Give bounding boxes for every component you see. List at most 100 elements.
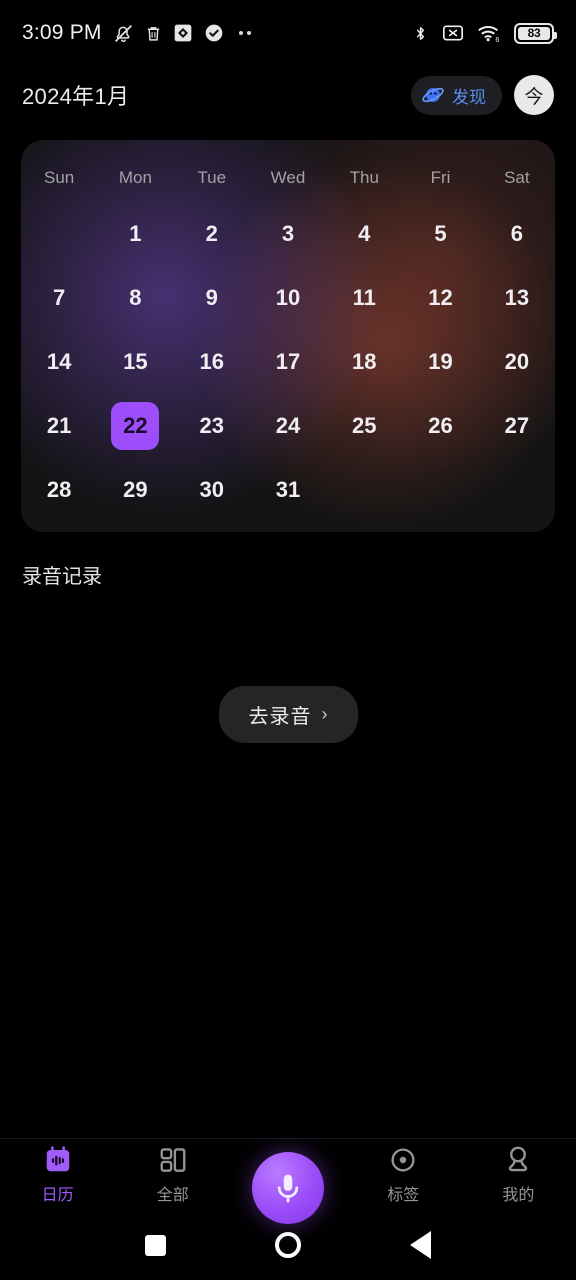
calendar-card: Sun Mon Tue Wed Thu Fri Sat 1 2 3 4 5 6 7 8 9 10 11 12 13 1… [21,140,555,532]
calendar-day-label: 24 [275,413,301,438]
calendar-day-label: 9 [205,285,218,310]
calendar-day-cell[interactable]: 3 [250,202,326,266]
calendar-day-cell[interactable]: 10 [250,266,326,330]
calendar-day-cell[interactable]: 4 [326,202,402,266]
tab-calendar[interactable]: 日历 [0,1145,115,1205]
person-profile-icon [509,1146,528,1171]
calendar-day-cell[interactable]: 25 [326,394,402,458]
recents-square-icon[interactable] [144,1234,166,1256]
calendar-day-label: 1 [129,221,142,246]
calendar-day-cell[interactable]: 7 [21,266,97,330]
calendar-grid: 1 2 3 4 5 6 7 8 9 10 11 12 13 14 15 16 17 18 19 20 21 22 23 24 2… [21,202,555,522]
discover-label: 发现 [452,87,486,107]
battery-percent: 83 [518,26,550,40]
calendar-day-cell[interactable]: 2 [174,202,250,266]
calendar-day-label: 4 [358,221,371,246]
calendar-day-label: 21 [46,413,72,438]
calendar-day-cell[interactable]: 22 [97,394,173,458]
more-dots-icon [238,31,251,35]
calendar-day-cell[interactable]: 6 [479,202,555,266]
record-fab-button[interactable] [252,1152,324,1224]
calendar-weekday: Sun [21,154,97,202]
calendar-day-label: 26 [428,413,453,438]
calendar-weekday-label: Tue [197,168,227,187]
calendar-day-label: 23 [199,413,224,438]
calendar-day-cell[interactable]: 18 [326,330,402,394]
calendar-day-cell[interactable]: 20 [479,330,555,394]
calendar-weekday: Thu [326,154,402,202]
discover-button[interactable]: 发现 [411,75,502,115]
calendar-day-cell[interactable]: 11 [326,266,402,330]
calendar-day-cell[interactable]: 19 [402,330,478,394]
tab-all[interactable]: 全部 [115,1145,230,1205]
back-triangle-icon[interactable] [410,1231,432,1259]
calendar-day-label: 17 [275,349,301,374]
wifi-6-icon: 6 [478,25,499,43]
tab-mine[interactable]: 我的 [461,1145,576,1205]
calendar-day-label: 6 [510,221,523,246]
go-record-button[interactable]: 去录音 › [218,685,358,743]
home-circle-icon[interactable] [274,1232,301,1258]
calendar-day-cell[interactable]: 13 [479,266,555,330]
calendar-day-label: 16 [199,349,224,374]
app-header: 2024年1月 发现 今 [0,66,576,124]
calendar-week-row: 21 22 23 24 25 26 27 [21,394,555,458]
tab-tags-label: 标签 [387,1186,420,1204]
calendar-weekday-label: Thu [349,168,379,187]
calendar-day-cell[interactable]: 15 [97,330,173,394]
today-button[interactable]: 今 [514,75,554,115]
records-empty-state: 去录音 › [0,609,576,819]
calendar-day-label: 14 [46,349,72,374]
tag-circle-dot-icon [391,1147,415,1172]
tab-all-label: 全部 [156,1186,189,1204]
calendar-day-cell[interactable]: 17 [250,330,326,394]
status-time: 3:09 PM [22,21,102,44]
bell-muted-icon [114,24,132,42]
calendar-day-cell[interactable]: 16 [174,330,250,394]
status-bar-left: 3:09 PM [22,21,412,45]
calendar-day-cell[interactable]: 8 [97,266,173,330]
calendar-day-label: 3 [281,221,295,246]
calendar-day-label: 19 [428,349,453,374]
calendar-day-cell[interactable]: 23 [174,394,250,458]
calendar-day-cell[interactable]: 29 [97,458,173,522]
calendar-day-label: 10 [275,285,301,310]
calendar-day-cell[interactable]: 12 [402,266,478,330]
calendar-weekday-label: Sun [44,168,75,187]
calendar-weekday-header: Sun Mon Tue Wed Thu Fri Sat [21,154,555,202]
calendar-day-cell[interactable]: 14 [21,330,97,394]
calendar-day-cell[interactable]: 5 [402,202,478,266]
calendar-day-cell[interactable]: 9 [174,266,250,330]
calendar-day-label: 5 [434,221,447,246]
calendar-day-label: 15 [123,349,148,374]
calendar-waveform-icon [46,1145,69,1171]
calendar-day-cell[interactable]: 24 [250,394,326,458]
tab-tags[interactable]: 标签 [346,1145,461,1205]
microphone-icon [277,1174,299,1203]
battery-icon: 83 [514,22,557,44]
calendar-day-label: 28 [46,477,72,502]
bluetooth-icon [416,26,425,40]
calendar-weekday: Tue [174,154,250,202]
calendar-day-cell[interactable]: 26 [402,394,478,458]
calendar-day-label: 25 [352,413,377,438]
calendar-day-cell[interactable]: 21 [21,394,97,458]
calendar-weekday-label: Sat [504,168,530,187]
calendar-weekday: Wed [250,154,326,202]
calendar-day-cell[interactable]: 1 [97,202,173,266]
calendar-day-cell[interactable]: 31 [250,458,326,522]
calendar-day-label: 18 [352,349,377,374]
calendar-day-empty [402,458,478,522]
calendar-day-empty [479,458,555,522]
calendar-day-label: 11 [352,285,376,310]
calendar-day-label: 7 [53,285,66,310]
calendar-day-label: 8 [129,285,142,310]
calendar-day-label: 12 [428,285,453,310]
status-bar: 3:09 PM 6 83 [0,0,576,66]
no-sim-icon [443,25,463,41]
calendar-week-row: 1 2 3 4 5 6 [21,202,555,266]
calendar-day-selected: 22 [111,402,160,450]
calendar-day-cell[interactable]: 27 [479,394,555,458]
calendar-day-cell[interactable]: 28 [21,458,97,522]
calendar-day-cell[interactable]: 30 [174,458,250,522]
